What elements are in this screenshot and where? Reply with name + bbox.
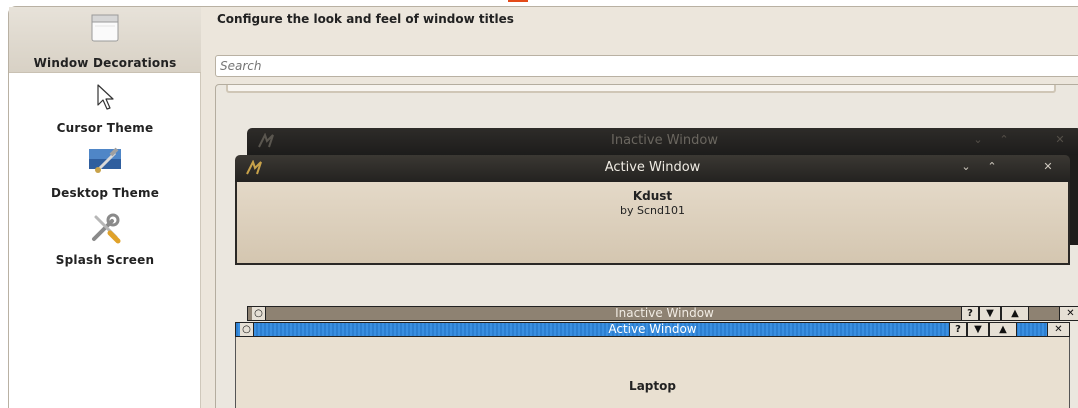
- theme-name: Laptop: [629, 379, 676, 393]
- sidebar-item-cursor-theme[interactable]: Cursor Theme: [9, 79, 201, 137]
- page-title: Configure the look and feel of window ti…: [217, 12, 514, 26]
- decoration-list[interactable]: Inactive Window ⌄ ⌃ ✕ Active Window ⌄ ⌃ …: [215, 84, 1078, 408]
- chevron-up-icon: ⌃: [987, 160, 997, 173]
- cursor-icon: [95, 83, 115, 114]
- sidebar-item-label: Window Decorations: [33, 56, 177, 70]
- active-window-titlebar: Active Window ⌄ ⌃ ✕: [235, 155, 1070, 182]
- close-icon: ✕: [1059, 307, 1078, 320]
- chevron-down-icon: ⌄: [961, 160, 971, 173]
- minimize-icon: ▼: [967, 323, 989, 336]
- tools-icon: [88, 211, 122, 248]
- close-icon: ✕: [1043, 160, 1053, 173]
- window-title: Inactive Window: [611, 133, 718, 148]
- orange-accent-mark: [508, 0, 528, 2]
- sidebar-item-window-decorations[interactable]: Window Decorations: [9, 7, 201, 73]
- chevron-down-icon: ⌄: [973, 133, 983, 146]
- theme-author: by Scnd101: [620, 204, 685, 217]
- inactive-window-titlebar: Inactive Window ⌄ ⌃ ✕: [247, 128, 1078, 155]
- search-input[interactable]: [215, 55, 1078, 77]
- help-icon: ?: [961, 307, 979, 320]
- sidebar-item-desktop-theme[interactable]: Desktop Theme: [9, 143, 201, 201]
- maximize-icon: ▲: [989, 323, 1017, 336]
- sidebar-item-label: Cursor Theme: [56, 121, 154, 135]
- desktop-icon: [87, 145, 123, 178]
- window-icon: [89, 12, 121, 47]
- sidebar-item-label: Splash Screen: [55, 253, 155, 267]
- chevron-up-icon: ⌃: [999, 133, 1009, 146]
- active-window-titlebar: ○ Active Window ? ▼ ▲ ✕: [235, 322, 1070, 337]
- maximize-icon: ▲: [1001, 307, 1029, 320]
- close-icon: ✕: [1047, 323, 1069, 336]
- window-title: Active Window: [608, 322, 697, 336]
- sidebar-item-label: Desktop Theme: [50, 186, 160, 200]
- theme-preview-laptop[interactable]: Laptop: [235, 337, 1070, 408]
- sidebar-item-splash-screen[interactable]: Splash Screen: [9, 207, 201, 269]
- sidebar: Window Decorations Cursor Theme Desktop …: [9, 7, 201, 408]
- theme-name: Kdust: [632, 189, 673, 203]
- close-icon: ✕: [1055, 133, 1065, 146]
- help-icon: ?: [949, 323, 967, 336]
- list-item[interactable]: [226, 85, 1056, 93]
- window-title: Inactive Window: [615, 306, 714, 320]
- inactive-window-titlebar: ○ Inactive Window ? ▼ ▲ ✕: [247, 306, 1078, 321]
- minimize-icon: ▼: [979, 307, 1001, 320]
- window-title: Active Window: [604, 160, 701, 175]
- theme-preview-kdust[interactable]: Kdust by Scnd101: [235, 182, 1070, 265]
